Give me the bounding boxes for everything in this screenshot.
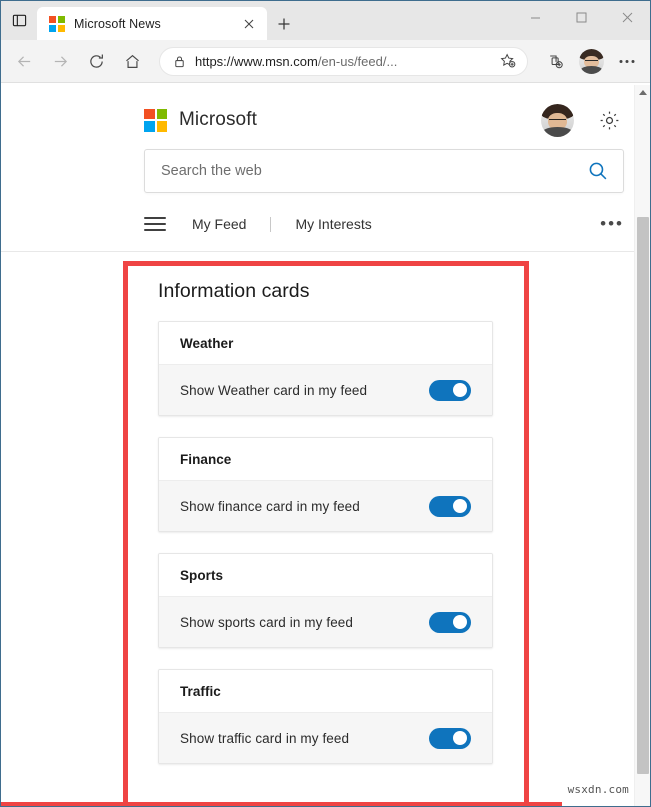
address-bar[interactable]: https://www.msn.com/en-us/feed/... [159, 46, 528, 76]
information-cards-list: Weather Show Weather card in my feed Fin… [158, 321, 493, 764]
page-scrollbar[interactable] [634, 85, 650, 806]
card-toggle-row[interactable]: Show finance card in my feed [159, 481, 492, 531]
card-toggle-row[interactable]: Show sports card in my feed [159, 597, 492, 647]
tab-manager-icon[interactable] [1, 1, 37, 40]
toggle-switch-weather[interactable] [429, 379, 471, 401]
avatar [578, 48, 604, 74]
scrollbar-thumb[interactable] [637, 217, 649, 774]
account-avatar-icon[interactable] [541, 103, 574, 137]
url-path: /en-us/feed/... [317, 53, 398, 69]
url-text: https://www.msn.com/en-us/feed/... [195, 54, 486, 69]
browser-toolbar: https://www.msn.com/en-us/feed/... [1, 40, 650, 83]
toggle-label: Show Weather card in my feed [180, 382, 368, 398]
toggle-label: Show sports card in my feed [180, 614, 354, 630]
feed-nav: My Feed My Interests ••• [144, 211, 624, 237]
card-title: Finance [159, 438, 492, 481]
toggle-label: Show finance card in my feed [180, 498, 360, 514]
close-icon[interactable] [239, 14, 259, 34]
more-options-icon[interactable] [610, 46, 644, 76]
msn-page-header: Microsoft Search the web My Feed My Inte… [1, 83, 650, 252]
nav-separator [270, 216, 272, 232]
toggle-knob [453, 731, 467, 745]
card-title: Weather [159, 322, 492, 365]
settings-content: Information cards Weather Show Weather c… [1, 252, 650, 764]
browser-window: Microsoft News https://www.msn.com/en-us… [0, 0, 651, 807]
browser-tab[interactable]: Microsoft News [37, 7, 267, 40]
maximize-icon[interactable] [558, 1, 604, 33]
gear-icon[interactable] [594, 105, 624, 135]
microsoft-logo-icon [49, 15, 65, 32]
card-sports: Sports Show sports card in my feed [158, 553, 493, 648]
card-toggle-row[interactable]: Show Weather card in my feed [159, 365, 492, 415]
toggle-knob [453, 383, 467, 397]
nav-item-my-feed[interactable]: My Feed [188, 216, 250, 232]
card-weather: Weather Show Weather card in my feed [158, 321, 493, 416]
profile-avatar-icon[interactable] [574, 46, 608, 76]
brand-row: Microsoft [144, 83, 624, 137]
back-arrow-icon[interactable] [7, 46, 41, 76]
toggle-switch-traffic[interactable] [429, 727, 471, 749]
title-bar: Microsoft News [1, 1, 650, 40]
card-toggle-row[interactable]: Show traffic card in my feed [159, 713, 492, 763]
card-title: Traffic [159, 670, 492, 713]
page-title: Information cards [158, 280, 310, 302]
search-box[interactable] [144, 149, 624, 193]
toggle-switch-finance[interactable] [429, 495, 471, 517]
tab-title: Microsoft News [74, 16, 161, 31]
collections-icon[interactable] [538, 46, 572, 76]
refresh-icon[interactable] [79, 46, 113, 76]
card-title: Sports [159, 554, 492, 597]
search-row [144, 149, 624, 193]
nav-item-my-interests[interactable]: My Interests [291, 216, 375, 232]
card-finance: Finance Show finance card in my feed [158, 437, 493, 532]
search-icon[interactable] [587, 160, 609, 182]
home-icon[interactable] [115, 46, 149, 76]
scroll-up-arrow-icon[interactable] [635, 85, 650, 100]
watermark: wsxdn.com [567, 783, 629, 796]
forward-arrow-icon[interactable] [43, 46, 77, 76]
hamburger-menu-icon[interactable] [144, 217, 166, 231]
toggle-label: Show traffic card in my feed [180, 730, 350, 746]
toggle-switch-sports[interactable] [429, 611, 471, 633]
add-favorite-star-icon[interactable] [495, 48, 521, 74]
nav-more-icon[interactable]: ••• [600, 215, 624, 232]
brand-name: Microsoft [179, 109, 257, 130]
page-viewport: Microsoft Search the web My Feed My Inte… [1, 83, 650, 806]
lock-icon [173, 55, 186, 68]
microsoft-logo-icon [144, 108, 167, 132]
card-traffic: Traffic Show traffic card in my feed [158, 669, 493, 764]
close-icon[interactable] [604, 1, 650, 33]
plus-icon[interactable] [267, 7, 301, 40]
minimize-icon[interactable] [512, 1, 558, 33]
toggle-knob [453, 499, 467, 513]
annotation-highlight-bottom [1, 802, 562, 806]
search-input[interactable] [161, 163, 587, 179]
toggle-knob [453, 615, 467, 629]
url-host: https://www.msn.com [195, 53, 318, 69]
window-controls [512, 1, 650, 33]
